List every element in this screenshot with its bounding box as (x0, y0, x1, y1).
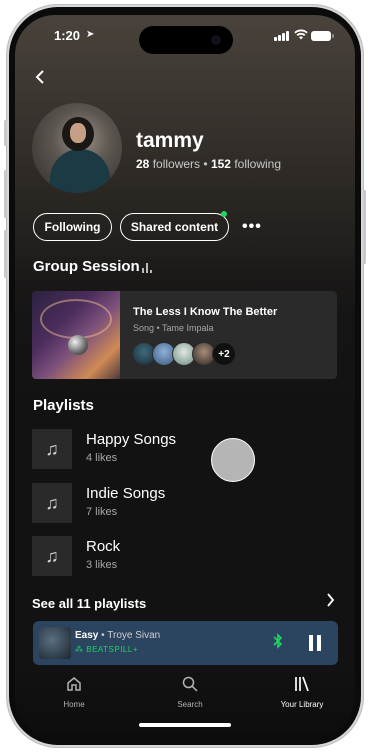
group-session-card[interactable]: The Less I Know The Better Song • Tame I… (32, 291, 337, 379)
home-indicator (139, 723, 231, 727)
music-note-icon: ♫ (32, 536, 72, 576)
dynamic-island (139, 26, 233, 54)
followers-count[interactable]: 28 (136, 157, 149, 171)
nav-library-label: Your Library (280, 700, 324, 709)
home-icon (39, 675, 109, 697)
power-button (363, 190, 366, 264)
equalizer-icon (142, 263, 154, 273)
session-track-title: The Less I Know The Better (133, 306, 278, 318)
playlist-likes: 7 likes (86, 506, 118, 518)
touch-indicator (211, 438, 255, 482)
group-session-heading: Group Session (33, 258, 140, 275)
now-playing-artist: Troye Sivan (107, 630, 161, 641)
location-icon: ➤ (86, 29, 95, 40)
chevron-right-icon[interactable] (326, 593, 335, 612)
mini-player[interactable]: Easy • Troye Sivan ⁂ BEATSPILL+ (33, 621, 338, 665)
following-button[interactable]: Following (33, 213, 112, 241)
playlist-name: Happy Songs (86, 431, 177, 448)
wifi-icon (294, 29, 308, 40)
status-time: 1:20 (54, 28, 81, 43)
volume-down-button (4, 230, 7, 278)
shared-content-button[interactable]: Shared content (120, 213, 229, 241)
profile-avatar (32, 103, 122, 193)
app-screen: 1:20 ➤ tammy 28 followers • 152 followin… (15, 15, 355, 737)
nav-home[interactable]: Home (39, 675, 109, 709)
status-bar: 1:20 ➤ (15, 15, 355, 55)
now-playing-title: Easy • Troye Sivan (75, 630, 160, 641)
signal-icon (274, 31, 290, 41)
playlist-item[interactable]: ♫ Rock 3 likes (32, 536, 312, 576)
search-icon (155, 675, 225, 697)
stats-separator: • (203, 157, 208, 171)
volume-up-button (4, 170, 7, 218)
extra-participants-badge: +2 (212, 342, 236, 366)
profile-name: tammy (136, 129, 204, 152)
nav-home-label: Home (63, 700, 85, 709)
see-all-playlists-link[interactable]: See all 11 playlists (32, 596, 146, 611)
playlist-item[interactable]: ♫ Indie Songs 7 likes (32, 483, 312, 523)
playlist-name: Indie Songs (86, 485, 166, 502)
now-playing-track: Easy (75, 630, 99, 641)
nav-search-label: Search (177, 700, 203, 709)
nav-search[interactable]: Search (155, 675, 225, 709)
pause-icon[interactable] (308, 635, 322, 651)
playlists-heading: Playlists (33, 397, 94, 414)
playlist-likes: 4 likes (86, 452, 118, 464)
connected-device: ⁂ BEATSPILL+ (75, 645, 138, 654)
followers-label[interactable]: followers (153, 157, 200, 171)
now-playing-separator: • (98, 630, 108, 641)
back-chevron-icon[interactable] (35, 69, 45, 89)
nav-your-library[interactable]: Your Library (267, 675, 337, 709)
following-count[interactable]: 152 (211, 157, 231, 171)
participant-avatars: +2 (132, 342, 236, 366)
playlist-item[interactable]: ♫ Happy Songs 4 likes (32, 429, 312, 469)
battery-icon (311, 31, 334, 41)
library-icon (267, 675, 337, 697)
album-art (32, 291, 120, 379)
device-name: BEATSPILL+ (86, 645, 138, 654)
following-label[interactable]: following (234, 157, 281, 171)
more-options-icon[interactable]: ••• (242, 218, 262, 236)
shared-content-new-dot (221, 211, 227, 217)
follow-stats: 28 followers • 152 following (136, 157, 281, 171)
camera-lens (211, 35, 221, 45)
music-note-icon: ♫ (32, 429, 72, 469)
playlist-name: Rock (86, 538, 121, 555)
music-note-icon: ♫ (32, 483, 72, 523)
now-playing-art (39, 627, 71, 659)
mute-switch (4, 120, 7, 146)
playlist-likes: 3 likes (86, 559, 118, 571)
session-track-meta: Song • Tame Impala (133, 323, 214, 333)
bluetooth-small-icon: ⁂ (75, 645, 87, 654)
bluetooth-icon[interactable] (273, 633, 283, 652)
